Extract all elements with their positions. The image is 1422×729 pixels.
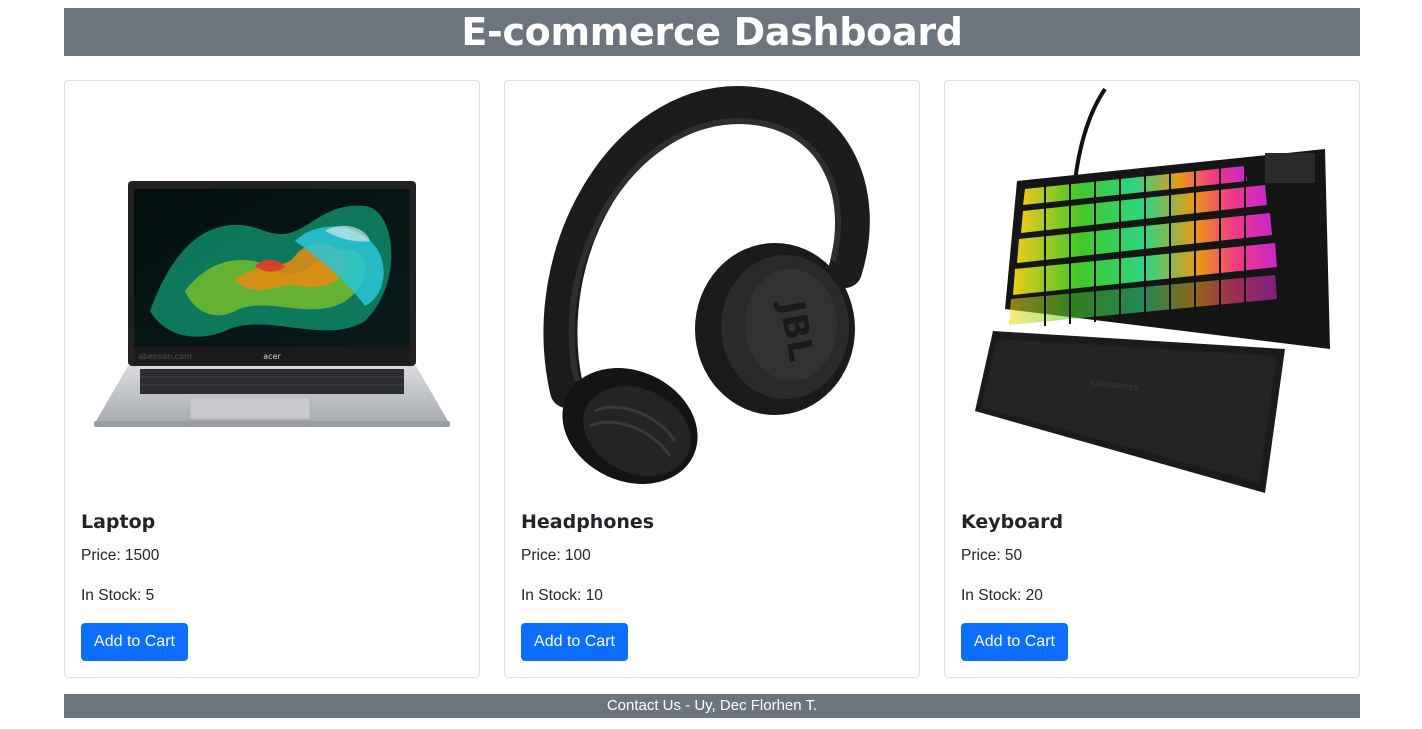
product-price: Price: 100 (521, 547, 591, 564)
laptop-brand-logo: acer (263, 352, 281, 361)
headphones-image: JBL (505, 81, 919, 501)
product-price: Price: 50 (961, 547, 1023, 564)
footer-contact-text: Contact Us - Uy, Dec Florhen T. (606, 697, 818, 714)
product-stock: In Stock: 20 (961, 587, 1043, 604)
laptop-watermark: abenson.com (138, 352, 192, 361)
add-to-cart-button[interactable]: Add to Cart (81, 623, 188, 661)
add-to-cart-button[interactable]: Add to Cart (521, 623, 628, 661)
product-card-headphones: JBL Headphones Price: 100 In Stock: 10 A… (504, 80, 920, 678)
product-title: Laptop (81, 511, 156, 533)
product-price: Price: 1500 (81, 547, 160, 564)
product-stock: In Stock: 5 (81, 587, 155, 604)
laptop-image: acer abenson.com (65, 81, 479, 501)
product-card-laptop: acer abenson.com Laptop Price: 1500 In S… (64, 80, 480, 678)
product-title: Headphones (521, 511, 655, 533)
page-header: E-commerce Dashboard (64, 8, 1360, 56)
product-title: Keyboard (961, 511, 1064, 533)
product-stock: In Stock: 10 (521, 587, 603, 604)
add-to-cart-button[interactable]: Add to Cart (961, 623, 1068, 661)
product-card-keyboard: steelseries Keyboard Price: 50 In Stock:… (944, 80, 1360, 678)
page-footer: Contact Us - Uy, Dec Florhen T. (64, 694, 1360, 718)
page-title: E-commerce Dashboard (461, 10, 963, 54)
keyboard-image: steelseries (945, 81, 1359, 501)
